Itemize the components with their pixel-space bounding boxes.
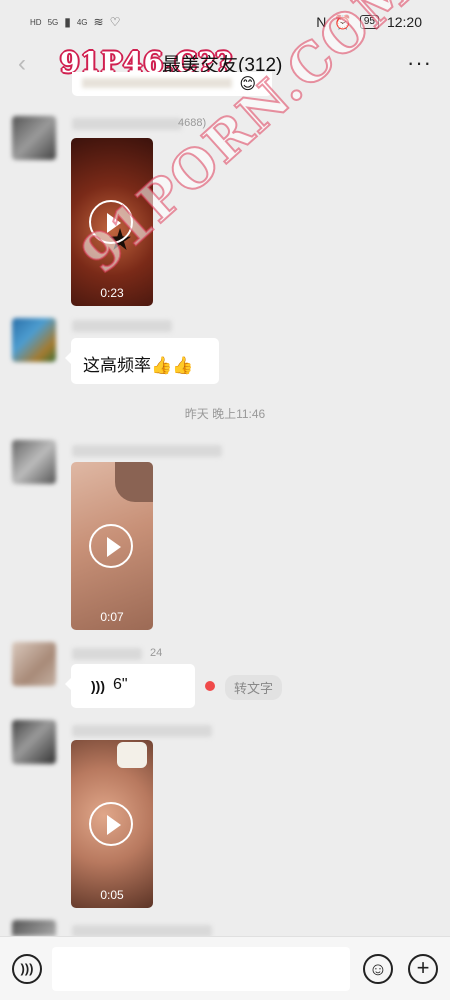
status-right: N ⏰ 95 12:20: [316, 14, 422, 31]
signal-icon: ▮: [64, 15, 71, 29]
avatar[interactable]: [12, 720, 56, 764]
back-button[interactable]: ‹: [10, 50, 34, 78]
emoji-icon: 😊: [239, 76, 256, 93]
video-message[interactable]: 0:07: [71, 462, 153, 630]
video-duration: 0:05: [100, 888, 124, 902]
video-duration: 0:07: [100, 610, 124, 624]
convert-to-text-button[interactable]: 转文字: [225, 675, 283, 700]
sender-name: [72, 445, 222, 457]
sender-name: [72, 320, 172, 332]
message-text: 这高频率👍👍: [83, 356, 194, 375]
battery-indicator: 95: [359, 15, 379, 29]
alarm-icon: ⏰: [334, 13, 352, 30]
sender-name-suffix: 4688): [178, 117, 207, 129]
unread-dot: [205, 681, 215, 691]
avatar[interactable]: [12, 318, 56, 362]
play-icon[interactable]: [89, 802, 133, 846]
status-bar: HD 5G ▮ 4G ≋ ♡ N ⏰ 95 12:20: [0, 0, 450, 44]
video-message[interactable]: 0:05: [71, 740, 153, 908]
time-divider: 昨天 晚上11:46: [184, 407, 266, 421]
play-icon[interactable]: [89, 524, 133, 568]
sender-name-suffix: 24: [150, 647, 163, 659]
heart-icon: ♡: [109, 15, 121, 29]
5g-indicator: 5G: [47, 17, 59, 27]
voice-duration: 6": [113, 676, 128, 693]
voice-input-icon[interactable]: ))): [12, 954, 42, 984]
message-input[interactable]: [52, 947, 350, 991]
cloth-patch: [117, 742, 147, 768]
play-icon[interactable]: [89, 200, 133, 244]
blurred-text: [82, 78, 232, 88]
more-options-button[interactable]: ···: [407, 50, 432, 76]
4g-indicator: 4G: [76, 17, 88, 27]
emoji-button-icon[interactable]: ☺: [363, 954, 393, 984]
text-message-bubble[interactable]: 这高频率👍👍: [65, 338, 219, 384]
video-duration: 0:23: [100, 286, 124, 300]
sender-name: [72, 118, 182, 130]
hd-indicator: HD: [30, 17, 42, 27]
nfc-icon: N: [316, 14, 327, 30]
plus-button-icon[interactable]: +: [408, 954, 438, 984]
sender-name: [72, 648, 142, 660]
status-left: HD 5G ▮ 4G ≋ ♡: [30, 15, 120, 29]
clock: 12:20: [386, 14, 422, 30]
input-bar: ))) ☺ +: [0, 936, 450, 1000]
voice-wave-icon: ))): [91, 678, 105, 694]
sender-name: [72, 725, 212, 737]
wifi-icon: ≋: [93, 15, 104, 29]
avatar[interactable]: [12, 920, 56, 936]
partial-message-bubble[interactable]: 😊: [72, 72, 272, 96]
avatar[interactable]: [12, 440, 56, 484]
voice-message-bubble[interactable]: ))) 6": [65, 664, 195, 708]
avatar[interactable]: [12, 642, 56, 686]
skin-shadow: [115, 462, 153, 502]
avatar[interactable]: [12, 116, 56, 160]
video-message[interactable]: 0:23: [71, 138, 153, 306]
